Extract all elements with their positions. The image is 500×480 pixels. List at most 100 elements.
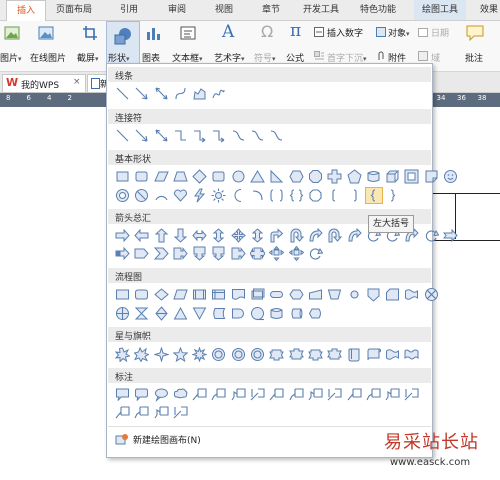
shape-cRRect-icon[interactable]: [134, 387, 150, 402]
shape-fSum-icon[interactable]: [424, 287, 440, 302]
comment-icon[interactable]: [466, 25, 484, 44]
shape-aD-icon[interactable]: [173, 228, 189, 243]
shape-cube-icon[interactable]: [385, 169, 401, 184]
shape-aCallR-icon[interactable]: [173, 246, 189, 261]
shape-arrowline-icon[interactable]: [134, 128, 150, 143]
shape-can-icon[interactable]: [366, 169, 382, 184]
shape-frame-icon[interactable]: [404, 169, 420, 184]
shape-curvconn-icon[interactable]: [269, 128, 285, 143]
shape-octb-icon[interactable]: [308, 188, 324, 203]
shape-aR-icon[interactable]: [115, 228, 131, 243]
shape-fOff-icon[interactable]: [366, 287, 382, 302]
shape-scrollV-icon[interactable]: [347, 347, 363, 362]
chart-icon[interactable]: [145, 25, 161, 44]
shape-cLine2-icon[interactable]: [366, 387, 382, 402]
shape-noSym-icon[interactable]: [134, 188, 150, 203]
shape-fManIn-icon[interactable]: [308, 287, 324, 302]
shape-aCallD-icon[interactable]: [211, 246, 227, 261]
object-button[interactable]: 对象▾: [388, 26, 410, 39]
shape-aChev-icon[interactable]: [153, 246, 170, 261]
shape-bolt-icon[interactable]: [192, 188, 208, 203]
shape-oct-icon[interactable]: [308, 169, 324, 184]
shape-cLine2-icon[interactable]: [134, 405, 150, 420]
shape-cLine2-icon[interactable]: [289, 387, 305, 402]
shape-sun-icon[interactable]: [211, 188, 227, 203]
shape-donut-icon[interactable]: [115, 188, 131, 203]
shape-fMulti-icon[interactable]: [250, 287, 266, 302]
shape-a4-icon[interactable]: [231, 228, 247, 243]
shape-ribDn-icon[interactable]: [288, 347, 305, 362]
new-drawing-canvas-item[interactable]: 新建绘图画布(N): [133, 433, 201, 446]
shape-cLine1-icon[interactable]: [115, 405, 131, 420]
shape-oval-icon[interactable]: [231, 169, 247, 184]
shape-fDelay-icon[interactable]: [231, 306, 247, 321]
close-icon[interactable]: ×: [73, 77, 81, 87]
picture-icon[interactable]: [4, 25, 20, 44]
shape-aCallR-icon[interactable]: [231, 246, 247, 261]
shape-aUD-icon[interactable]: [250, 228, 266, 243]
shape-para-icon[interactable]: [153, 169, 170, 184]
shape-fTape-icon[interactable]: [404, 287, 420, 302]
shape-rect-icon[interactable]: [115, 169, 131, 184]
shape-smiley-icon[interactable]: [443, 169, 459, 184]
shape-cLine1-icon[interactable]: [269, 387, 285, 402]
shape-aBent-icon[interactable]: [269, 228, 285, 243]
shape-aPent-icon[interactable]: [134, 246, 150, 261]
comment-button[interactable]: 批注: [465, 51, 483, 64]
shape-moon-icon[interactable]: [231, 188, 247, 203]
picture-button[interactable]: 图片▾: [0, 51, 22, 64]
shape-cLine4-icon[interactable]: [404, 387, 420, 402]
shape-freeform-icon[interactable]: [192, 86, 208, 101]
shape-darrow-icon[interactable]: [154, 128, 170, 143]
shape-rbrace-icon[interactable]: [385, 188, 401, 203]
shape-cLine1-icon[interactable]: [192, 387, 208, 402]
shape-fold-icon[interactable]: [424, 169, 440, 184]
tab-section[interactable]: 章节: [262, 0, 280, 20]
shape-rtri-icon[interactable]: [269, 169, 285, 184]
shape-exp1-icon[interactable]: [115, 347, 131, 362]
shape-seal-icon[interactable]: [231, 347, 247, 362]
shape-rrect-icon[interactable]: [134, 169, 150, 184]
screenshot-button[interactable]: 截屏▾: [77, 51, 99, 64]
shape-fMerge-icon[interactable]: [192, 306, 208, 321]
shape-wave-icon[interactable]: [385, 347, 401, 362]
shape-elbow-icon[interactable]: [173, 128, 189, 143]
shape-braces-icon[interactable]: [289, 188, 305, 203]
shape-cLine3-icon[interactable]: [385, 387, 401, 402]
shape-aCall4-icon[interactable]: [288, 246, 305, 261]
shape-aLR-icon[interactable]: [192, 228, 208, 243]
shape-aU2-icon[interactable]: [327, 228, 343, 243]
shape-exp2-icon[interactable]: [134, 347, 150, 362]
tab-references[interactable]: 引用: [120, 0, 138, 20]
shape-fDoc-icon[interactable]: [231, 287, 247, 302]
shape-aCall4-icon[interactable]: [269, 246, 285, 261]
shape-seal-icon[interactable]: [211, 347, 227, 362]
tab-effects[interactable]: 效果: [480, 0, 498, 20]
shape-aCallLR-icon[interactable]: [250, 246, 266, 261]
shape-fData-icon[interactable]: [173, 287, 189, 302]
shape-fManOp-icon[interactable]: [327, 287, 343, 302]
shape-aCurve-icon[interactable]: [308, 228, 324, 243]
shape-fDec-icon[interactable]: [153, 287, 170, 302]
shape-darrow-icon[interactable]: [154, 86, 170, 101]
tab-page-layout[interactable]: 页面布局: [56, 0, 92, 20]
shape-fSeq-icon[interactable]: [250, 306, 266, 321]
shape-cRect-icon[interactable]: [115, 387, 131, 402]
date-button[interactable]: 日期: [431, 26, 449, 39]
shape-arc-icon[interactable]: [154, 188, 170, 203]
doc-tab-my-wps[interactable]: W 我的WPS ×: [2, 74, 86, 93]
shape-cLine4-icon[interactable]: [327, 387, 343, 402]
wordart-icon[interactable]: A: [222, 22, 234, 42]
shape-fTerm-icon[interactable]: [269, 287, 285, 302]
tab-drawing-tools[interactable]: 绘图工具: [414, 0, 466, 20]
shape-aCallD-icon[interactable]: [192, 246, 208, 261]
shape-arc2-icon[interactable]: [250, 188, 266, 203]
shape-elbowarr-icon[interactable]: [192, 128, 208, 143]
shape-star8-icon[interactable]: [192, 347, 208, 362]
shape-curvconn-icon[interactable]: [250, 128, 266, 143]
shape-fCard-icon[interactable]: [385, 287, 401, 302]
shape-fMag-icon[interactable]: [269, 306, 285, 321]
omega-icon[interactable]: Ω: [261, 22, 273, 41]
shape-cLine1-icon[interactable]: [347, 387, 363, 402]
shape-ribUp-icon[interactable]: [269, 347, 285, 362]
